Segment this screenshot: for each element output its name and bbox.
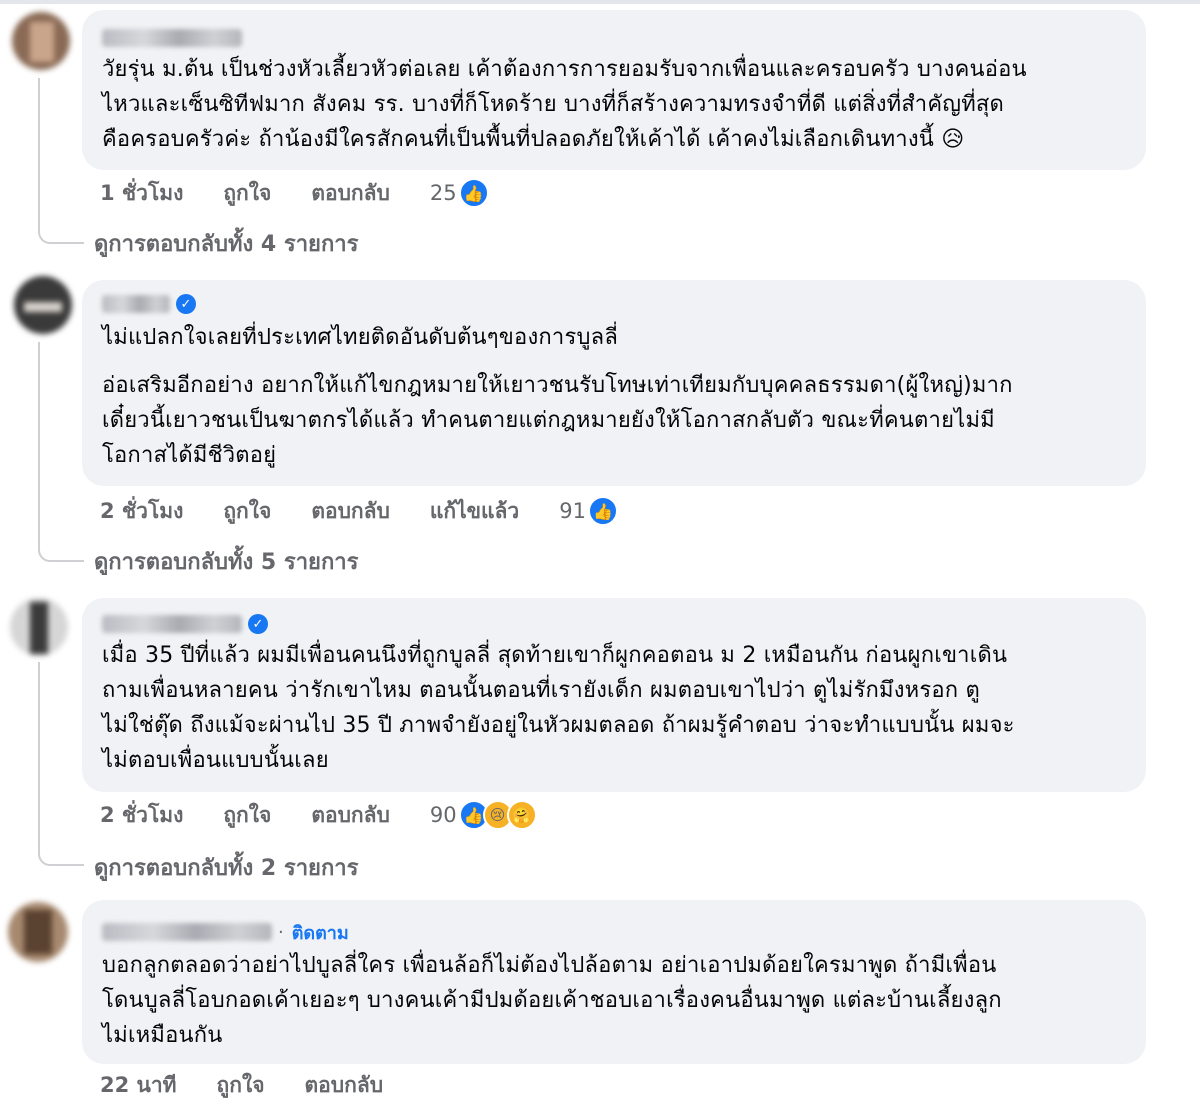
separator-dot: ·: [278, 921, 284, 943]
author-name-blurred[interactable]: [102, 29, 242, 47]
reaction-summary[interactable]: 91 👍: [559, 496, 618, 526]
view-replies-link[interactable]: ดูการตอบกลับทั้ง 2 รายการ: [94, 850, 358, 885]
thread-connector: [38, 342, 84, 562]
reply-button[interactable]: ตอบกลับ: [311, 495, 390, 528]
avatar[interactable]: [12, 12, 70, 70]
thumbs-up-icon: 👍: [587, 496, 618, 526]
comment-bubble: ✓ เมื่อ 35 ปีที่แล้ว ผมมีเพื่อนคนนึงที่ถ…: [82, 598, 1146, 792]
comment-text: บอกลูกตลอดว่าอย่าไปบูลลี่ใคร เพื่อนล้อก็…: [102, 948, 1126, 1053]
thread-connector: [38, 78, 84, 244]
edited-label: แก้ไขแล้ว: [429, 498, 520, 523]
comment-bubble: วัยรุ่น ม.ต้น เป็นช่วงหัวเลี้ยวหัวต่อเลย…: [82, 10, 1146, 170]
avatar[interactable]: [14, 276, 72, 334]
follow-button[interactable]: ติดตาม: [292, 918, 349, 947]
comment-bubble: ✓ ไม่แปลกใจเลยที่ประเทศไทยติดอันดับต้นๆข…: [82, 280, 1146, 486]
thumbs-up-icon: 👍: [458, 178, 489, 208]
comment-actions: 2 ชั่วโมง ถูกใจ ตอบกลับ แก้ไขแล้ว 91 👍: [100, 494, 618, 528]
view-replies-link[interactable]: ดูการตอบกลับทั้ง 5 รายการ: [94, 544, 358, 579]
comment-text: เมื่อ 35 ปีที่แล้ว ผมมีเพื่อนคนนึงที่ถูก…: [102, 638, 1126, 778]
reply-button[interactable]: ตอบกลับ: [311, 799, 390, 832]
comment-paragraph: ไม่แปลกใจเลยที่ประเทศไทยติดอันดับต้นๆของ…: [102, 325, 619, 350]
avatar[interactable]: [10, 598, 68, 656]
comment-paragraph: อ่อเสริมอีกอย่าง อยากให้แก้ไขกฎหมายให้เย…: [102, 373, 1013, 468]
reaction-count: 25: [429, 181, 457, 205]
reply-button[interactable]: ตอบกลับ: [311, 177, 390, 210]
comment-text: ไม่แปลกใจเลยที่ประเทศไทยติดอันดับต้นๆของ…: [102, 320, 1126, 473]
comment-bubble: · ติดตาม บอกลูกตลอดว่าอย่าไปบูลลี่ใคร เพ…: [82, 900, 1146, 1064]
verified-badge-icon: ✓: [248, 614, 268, 634]
author-name-blurred[interactable]: [102, 295, 170, 313]
comment-paragraph: วัยรุ่น ม.ต้น เป็นช่วงหัวเลี้ยวหัวต่อเลย…: [102, 57, 1027, 152]
comment-time[interactable]: 2 ชั่วโมง: [100, 799, 183, 832]
author-row[interactable]: ✓: [102, 290, 1126, 318]
comment-time[interactable]: 1 ชั่วโมง: [100, 177, 183, 210]
reaction-count: 91: [559, 499, 586, 523]
author-name-blurred[interactable]: [102, 615, 242, 633]
comment-paragraph: บอกลูกตลอดว่าอย่าไปบูลลี่ใคร เพื่อนล้อก็…: [102, 953, 1002, 1048]
comment-time[interactable]: 22 นาที: [100, 1069, 177, 1102]
reaction-summary[interactable]: 90 👍 😢 🤗: [430, 800, 537, 830]
comment-actions: 1 ชั่วโมง ถูกใจ ตอบกลับ 25 👍: [100, 176, 489, 210]
author-row[interactable]: · ติดตาม: [102, 918, 1126, 946]
avatar[interactable]: [8, 902, 68, 962]
view-replies-link[interactable]: ดูการตอบกลับทั้ง 4 รายการ: [94, 226, 358, 261]
thread-connector: [38, 662, 84, 866]
comment-time[interactable]: 2 ชั่วโมง: [100, 495, 183, 528]
comment-text: วัยรุ่น ม.ต้น เป็นช่วงหัวเลี้ยวหัวต่อเลย…: [102, 52, 1126, 157]
like-button[interactable]: ถูกใจ: [217, 1069, 265, 1102]
comment-actions: 22 นาที ถูกใจ ตอบกลับ: [100, 1068, 423, 1102]
author-row[interactable]: [102, 24, 1126, 52]
author-row[interactable]: ✓: [102, 610, 1126, 638]
reply-button[interactable]: ตอบกลับ: [305, 1069, 384, 1102]
care-hug-icon: 🤗: [506, 800, 537, 830]
verified-badge-icon: ✓: [176, 294, 196, 314]
like-button[interactable]: ถูกใจ: [223, 177, 271, 210]
reaction-summary[interactable]: 25 👍: [430, 178, 489, 208]
comment-paragraph: เมื่อ 35 ปีที่แล้ว ผมมีเพื่อนคนนึงที่ถูก…: [102, 643, 1015, 773]
comment-actions: 2 ชั่วโมง ถูกใจ ตอบกลับ 90 👍 😢 🤗: [100, 798, 537, 832]
top-divider: [0, 0, 1200, 4]
like-button[interactable]: ถูกใจ: [223, 495, 271, 528]
reaction-count: 90: [429, 803, 457, 827]
author-name-blurred[interactable]: [102, 923, 272, 941]
like-button[interactable]: ถูกใจ: [223, 799, 271, 832]
